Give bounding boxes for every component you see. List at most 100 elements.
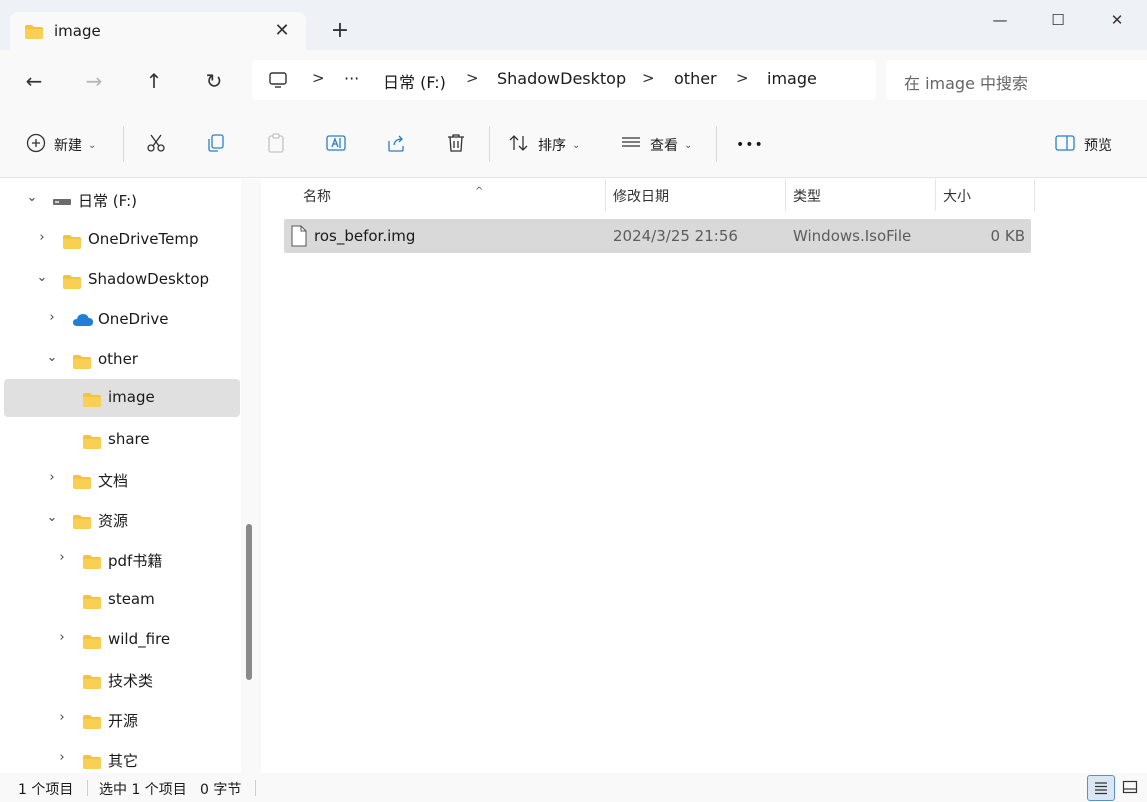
chevron-right-icon[interactable]: ›: [55, 550, 69, 565]
sidebar-item-tech[interactable]: 技术类: [4, 661, 240, 699]
item-count: 1 个项目: [18, 782, 74, 798]
chevron-down-icon: ⌄: [684, 139, 693, 151]
sidebar-item-onedrive[interactable]: › OneDrive: [4, 301, 240, 339]
status-divider: [255, 780, 256, 796]
chevron-right-icon[interactable]: ›: [55, 630, 69, 645]
chevron-right-icon[interactable]: ›: [35, 230, 49, 245]
chevron-right-icon[interactable]: ›: [45, 470, 59, 485]
sidebar-item-label: 日常 (F:): [78, 192, 137, 210]
address-bar[interactable]: > ··· 日常 (F:) > ShadowDesktop > other > …: [252, 60, 876, 100]
breadcrumb-overflow[interactable]: ···: [344, 69, 359, 88]
sidebar-item-pdf-books[interactable]: › pdf书籍: [4, 541, 240, 579]
details-view-icon: [1093, 782, 1109, 799]
back-button[interactable]: ←: [19, 66, 49, 96]
navigation-bar: ← → ↑ ↻ > ··· 日常 (F:) > ShadowDesktop > …: [0, 50, 1147, 110]
sidebar-item-onedrivetemp[interactable]: › OneDriveTemp: [4, 221, 240, 259]
breadcrumb-item-other[interactable]: other: [674, 69, 717, 88]
chevron-right-icon[interactable]: ›: [55, 710, 69, 725]
sidebar-item-steam[interactable]: steam: [4, 581, 240, 619]
details-view-button[interactable]: [1087, 775, 1115, 801]
chevron-right-icon[interactable]: ›: [55, 750, 69, 765]
sidebar-item-label: share: [108, 430, 150, 448]
file-size: 0 KB: [990, 227, 1025, 245]
breadcrumb-item-drive[interactable]: 日常 (F:): [383, 69, 446, 93]
preview-pane-icon: [1054, 132, 1076, 158]
breadcrumb-separator: >: [736, 69, 749, 87]
sort-button[interactable]: 排序 ⌄: [508, 132, 580, 158]
minimize-button[interactable]: —: [986, 8, 1014, 32]
cut-button[interactable]: [145, 132, 167, 158]
column-header-size[interactable]: 大小: [935, 179, 1035, 211]
sidebar-item-label: steam: [108, 590, 155, 608]
search-input[interactable]: 在 image 中搜索: [886, 60, 1147, 100]
paste-button[interactable]: [265, 132, 287, 158]
pane-splitter[interactable]: [241, 179, 261, 773]
sidebar-item-shadowdesktop[interactable]: ⌄ ShadowDesktop: [4, 261, 240, 299]
chevron-down-icon[interactable]: ⌄: [45, 350, 59, 365]
folder-icon: [82, 392, 102, 412]
command-bar: 新建 ⌄ 排序 ⌄ 查看 ⌄ ••• 预览: [0, 110, 1147, 178]
sidebar-item-documents[interactable]: › 文档: [4, 461, 240, 499]
sidebar-item-label: 其它: [108, 752, 139, 770]
this-pc-icon[interactable]: [268, 70, 288, 94]
trash-icon: [445, 132, 467, 158]
delete-button[interactable]: [445, 132, 467, 158]
chevron-down-icon[interactable]: ⌄: [45, 510, 59, 525]
sidebar-item-label: 资源: [98, 512, 129, 530]
plus-circle-icon: [26, 133, 46, 157]
column-header-label: 修改日期: [613, 189, 669, 205]
maximize-button[interactable]: ☐: [1044, 8, 1072, 32]
sidebar-item-drive-f[interactable]: ⌄ 日常 (F:): [4, 181, 240, 219]
chevron-down-icon[interactable]: ⌄: [35, 270, 49, 285]
clipboard-icon: [265, 132, 287, 158]
column-divider[interactable]: [1034, 179, 1035, 211]
forward-button[interactable]: →: [79, 66, 109, 96]
tiles-view-button[interactable]: [1116, 775, 1144, 801]
file-row[interactable]: ros_befor.img 2024/3/25 21:56 Windows.Is…: [284, 219, 1031, 253]
new-tab-button[interactable]: +: [328, 17, 352, 45]
folder-icon: [82, 554, 102, 574]
column-header-type[interactable]: 类型: [785, 179, 935, 211]
view-label: 查看: [650, 138, 678, 154]
share-button[interactable]: [385, 132, 407, 158]
status-bar: 1 个项目 选中 1 个项目 0 字节: [0, 773, 1147, 802]
sidebar-item-resources[interactable]: ⌄ 资源: [4, 501, 240, 539]
sidebar-item-other-misc[interactable]: › 其它: [4, 741, 240, 773]
sidebar-item-image[interactable]: image: [4, 379, 240, 417]
sidebar-item-wild-fire[interactable]: › wild_fire: [4, 621, 240, 659]
navigation-pane: ⌄ 日常 (F:) › OneDriveTemp ⌄ ShadowDesktop…: [0, 179, 242, 773]
selected-size: 0 字节: [200, 782, 242, 798]
sidebar-item-other[interactable]: ⌄ other: [4, 341, 240, 379]
refresh-button[interactable]: ↻: [199, 66, 229, 96]
column-header-name[interactable]: 名称 ^: [295, 179, 605, 211]
folder-icon: [62, 234, 82, 254]
title-bar: image ✕ + — ☐ ✕: [0, 0, 1147, 50]
search-placeholder: 在 image 中搜索: [904, 74, 1029, 93]
sidebar-scrollbar[interactable]: [246, 524, 252, 680]
more-options-button[interactable]: •••: [736, 132, 764, 158]
sort-ascending-icon: ^: [475, 186, 484, 197]
tab-image[interactable]: image ✕: [10, 12, 306, 50]
preview-label: 预览: [1084, 138, 1112, 154]
view-button[interactable]: 查看 ⌄: [620, 132, 692, 158]
chevron-down-icon[interactable]: ⌄: [25, 190, 39, 205]
breadcrumb-item-image[interactable]: image: [767, 69, 817, 88]
rename-button[interactable]: [325, 132, 347, 158]
sidebar-item-label: other: [98, 350, 138, 368]
new-button[interactable]: 新建 ⌄: [26, 132, 96, 158]
folder-icon: [82, 634, 102, 654]
copy-button[interactable]: [205, 132, 227, 158]
chevron-right-icon[interactable]: ›: [45, 310, 59, 325]
preview-pane-button[interactable]: 预览: [1054, 132, 1112, 158]
status-divider: [87, 780, 88, 796]
breadcrumb-item-shadowdesktop[interactable]: ShadowDesktop: [497, 69, 626, 88]
up-button[interactable]: ↑: [139, 66, 169, 96]
window-close-button[interactable]: ✕: [1103, 8, 1131, 32]
column-header-modified[interactable]: 修改日期: [605, 179, 785, 211]
sidebar-item-open-source[interactable]: › 开源: [4, 701, 240, 739]
sidebar-item-share[interactable]: share: [4, 421, 240, 459]
tab-title: image: [54, 22, 101, 40]
sidebar-item-label: OneDrive: [98, 310, 169, 328]
folder-icon: [24, 24, 44, 44]
tab-close-button[interactable]: ✕: [272, 20, 292, 41]
